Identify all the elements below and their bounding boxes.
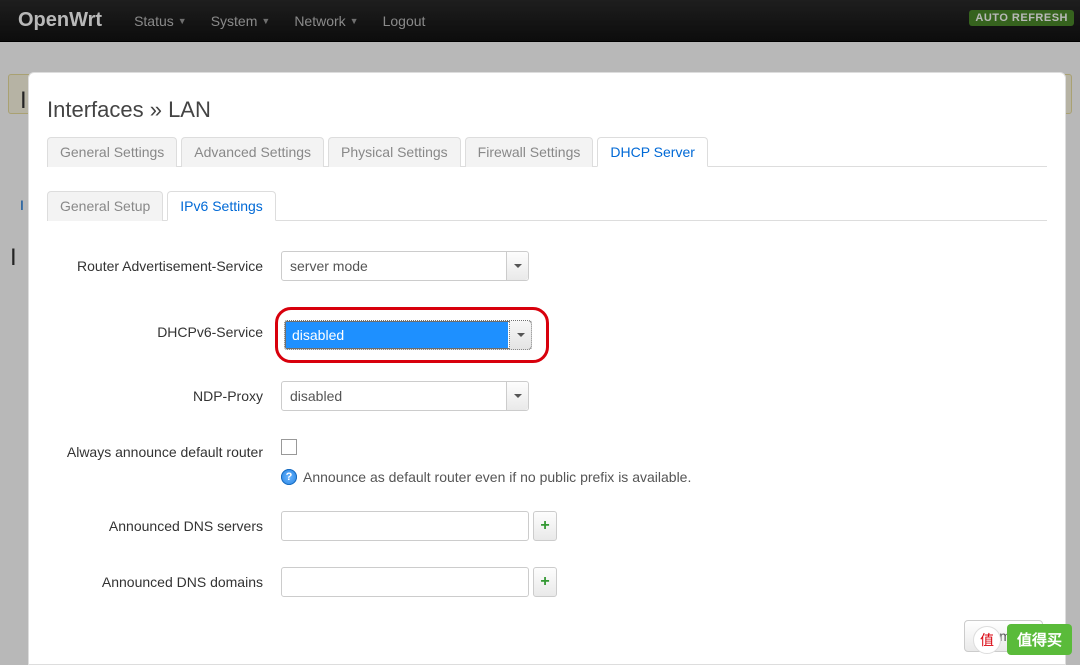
dns-domains-label: Announced DNS domains [47,567,281,591]
tab-firewall-settings[interactable]: Firewall Settings [465,137,594,167]
chevron-down-icon [509,321,531,349]
main-tabs: General Settings Advanced Settings Physi… [47,137,1047,167]
row-dns-servers: Announced DNS servers + [47,511,1047,541]
row-ndp-proxy: NDP-Proxy disabled [47,381,1047,411]
tab-physical-settings[interactable]: Physical Settings [328,137,461,167]
watermark-text: 值得买 [1007,624,1072,655]
dns-domains-input[interactable] [281,567,529,597]
dns-servers-label: Announced DNS servers [47,511,281,535]
row-ra-service: Router Advertisement-Service server mode [47,251,1047,281]
dhcpv6-label: DHCPv6-Service [47,307,281,341]
announce-checkbox[interactable] [281,439,297,455]
ndp-label: NDP-Proxy [47,381,281,405]
modal-title: Interfaces » LAN [47,97,1047,123]
ipv6-form: Router Advertisement-Service server mode… [47,251,1047,597]
ndp-value: disabled [282,388,342,404]
ra-service-select[interactable]: server mode [281,251,529,281]
tab-general-settings[interactable]: General Settings [47,137,177,167]
chevron-down-icon [506,382,528,410]
row-announce-default: Always announce default router ? Announc… [47,437,1047,485]
ndp-proxy-select[interactable]: disabled [281,381,529,411]
announce-hint: ? Announce as default router even if no … [281,469,691,485]
subtab-ipv6-settings[interactable]: IPv6 Settings [167,191,276,221]
ra-service-value: server mode [282,258,368,274]
row-dhcpv6-service: DHCPv6-Service disabled [47,307,1047,363]
subtab-general-setup[interactable]: General Setup [47,191,163,221]
dhcpv6-service-select[interactable]: disabled [284,320,532,350]
announce-label: Always announce default router [47,437,281,461]
tab-dhcp-server[interactable]: DHCP Server [597,137,708,167]
add-dns-domain-button[interactable]: + [533,567,557,597]
chevron-down-icon [506,252,528,280]
add-dns-server-button[interactable]: + [533,511,557,541]
info-icon: ? [281,469,297,485]
dhcpv6-highlight: disabled [275,307,549,363]
tab-advanced-settings[interactable]: Advanced Settings [181,137,324,167]
interface-modal: Interfaces » LAN General Settings Advanc… [28,72,1066,665]
watermark-icon: 值 [973,626,1001,654]
row-dns-domains: Announced DNS domains + [47,567,1047,597]
dns-servers-input[interactable] [281,511,529,541]
announce-hint-text: Announce as default router even if no pu… [303,469,691,485]
watermark: 值 值得买 [973,624,1072,655]
ra-label: Router Advertisement-Service [47,251,281,275]
sub-tabs: General Setup IPv6 Settings [47,191,1047,221]
dhcpv6-value: disabled [286,322,508,348]
